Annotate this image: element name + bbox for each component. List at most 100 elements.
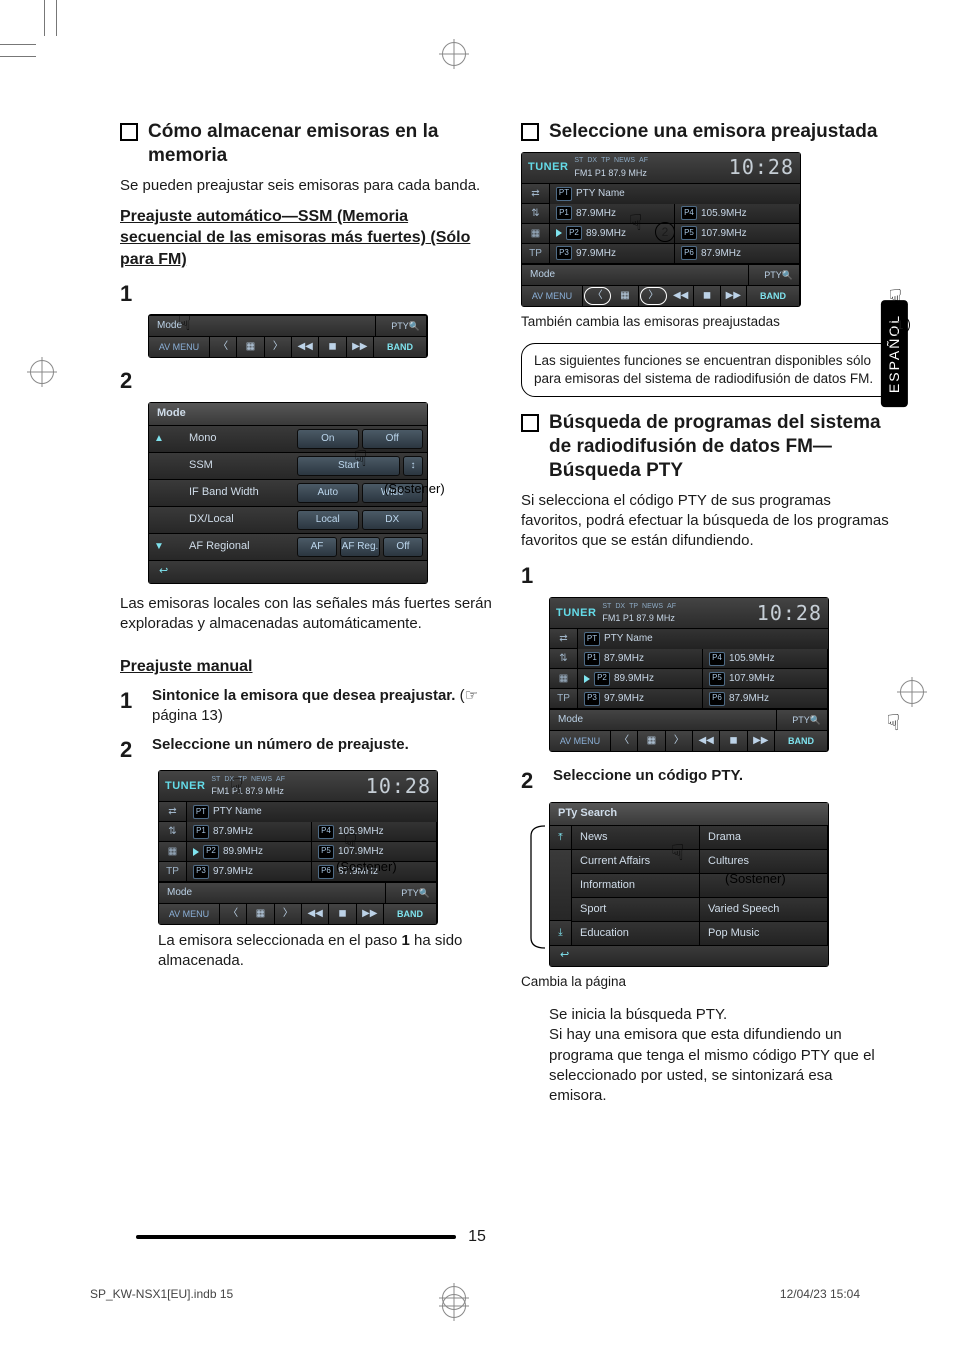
manual-step-1: 1 Sintonice la emisora que desea preajus… [120,686,493,727]
stored-caption: La emisora seleccionada en el paso 1 ha … [158,931,493,972]
stop-button[interactable]: ◼ [319,337,346,357]
next-button[interactable]: 〉 [275,904,302,924]
skip-fwd-button[interactable]: ▶▶ [721,286,747,306]
back-icon[interactable]: ↩ [550,946,828,966]
side-button[interactable]: ⇄ [522,184,550,204]
scroll-down-icon[interactable]: ▼ [149,540,169,554]
side-button[interactable]: ⇅ [550,649,578,669]
preset-cell-1[interactable]: P187.9MHz [578,649,703,669]
preset-cell-5[interactable]: P5107.9MHz [703,669,828,689]
prev-button[interactable]: 〈 [220,904,247,924]
skip-back-button[interactable]: ◀◀ [292,337,319,357]
pty-button[interactable]: PTY🔍 [376,316,427,336]
pty-item-education[interactable]: Education [572,922,700,946]
option-local[interactable]: Local [297,510,359,530]
page-down-icon[interactable]: ⤓ [550,921,572,945]
band-button[interactable]: BAND [374,337,427,357]
preset-cell-3[interactable]: P397.9MHz [578,689,703,709]
mode-button[interactable]: Mode [522,265,749,285]
preset-cell-2[interactable]: P289.9MHz [578,669,703,689]
pty-item-pop-music[interactable]: Pop Music [700,922,828,946]
pty-button[interactable]: PTY🔍 [749,265,800,285]
option-start[interactable]: Start [297,456,400,476]
band-button[interactable]: BAND [747,286,800,306]
preset-cell-6[interactable]: P687.9MHz [703,689,828,709]
list-button[interactable]: ▦ [638,731,665,751]
tp-button[interactable]: TP [159,862,187,882]
mode-button[interactable]: Mode [159,883,386,903]
tp-button[interactable]: TP [550,689,578,709]
av-menu-button[interactable]: AV MENU [550,731,611,751]
skip-back-button[interactable]: ◀◀ [302,904,329,924]
preset-cell-2[interactable]: P289.9MHz [187,842,312,862]
tuner-clock: 10:28 [366,773,431,800]
pty-button[interactable]: PTY🔍 [386,883,437,903]
back-icon[interactable]: ↩ [149,561,427,583]
side-button[interactable]: ⇄ [550,629,578,649]
pty-step-1: 1 [521,561,894,591]
preset-cell-4[interactable]: P4105.9MHz [703,649,828,669]
option-on[interactable]: On [297,429,359,449]
tp-button[interactable]: TP [522,244,550,264]
side-button[interactable]: ▦ [159,842,187,862]
mode-button[interactable]: Mode [550,710,777,730]
pty-badge-icon: PT [193,805,209,819]
pty-item-information[interactable]: Information [572,874,700,898]
tuner-label: TUNER [556,606,596,621]
preset-cell-4[interactable]: P4105.9MHz [675,204,800,224]
side-button[interactable]: ⇅ [159,822,187,842]
stop-button[interactable]: ◼ [694,286,720,306]
option-af[interactable]: AF [297,537,337,557]
band-button[interactable]: BAND [775,731,828,751]
next-button[interactable]: 〉 [666,731,693,751]
stop-button[interactable]: ◼ [329,904,356,924]
list-button[interactable]: ▦ [237,337,264,357]
option-afreg[interactable]: AF Reg. [340,537,380,557]
option-off[interactable]: Off [362,429,424,449]
page-up-icon[interactable]: ⤒ [550,826,572,850]
skip-back-button[interactable]: ◀◀ [693,731,720,751]
preset-cell-3[interactable]: P397.9MHz [550,244,675,264]
heading-select-preset: Seleccione una emisora preajustada [521,120,894,144]
list-button[interactable]: ▦ [247,904,274,924]
av-menu-button[interactable]: AV MENU [522,286,583,306]
scroll-up-icon[interactable]: ▲ [149,432,169,446]
skip-fwd-button[interactable]: ▶▶ [357,904,384,924]
next-track-button[interactable]: 〉 [265,337,292,357]
page-change-caption: Cambia la página [521,973,894,991]
stop-button[interactable]: ◼ [720,731,747,751]
next-button-highlighted[interactable]: 〉 [640,287,667,305]
pty-item-drama[interactable]: Drama [700,826,828,850]
side-button[interactable]: ⇄ [159,802,187,822]
preset-cell-5[interactable]: P5107.9MHz [675,224,800,244]
side-button[interactable]: ▦ [522,224,550,244]
side-button[interactable]: ▦ [550,669,578,689]
preset-cell-4[interactable]: P4105.9MHz [312,822,437,842]
list-button[interactable]: ▦ [612,286,638,306]
option-auto[interactable]: Auto [297,483,359,503]
preset-cell-1[interactable]: P187.9MHz [187,822,312,842]
updown-icon[interactable]: ↕ [403,456,423,476]
pty-item-sport[interactable]: Sport [572,898,700,922]
preset-cell-6[interactable]: P687.9MHz [675,244,800,264]
preset-cell-3[interactable]: P397.9MHz [187,862,312,882]
band-button[interactable]: BAND [384,904,437,924]
av-menu-button[interactable]: AV MENU [149,337,210,357]
skip-fwd-button[interactable]: ▶▶ [347,337,374,357]
registration-mark-bottom [442,1286,466,1310]
prev-track-button[interactable]: 〈 [210,337,237,357]
step-number: 2 [120,366,144,396]
pty-button[interactable]: PTY🔍 [777,710,828,730]
skip-back-button[interactable]: ◀◀ [668,286,694,306]
play-icon [193,848,199,856]
option-off[interactable]: Off [383,537,423,557]
prev-button[interactable]: 〈 [611,731,638,751]
prev-button-highlighted[interactable]: 〈 [584,287,611,305]
mode-menu-title: Mode [149,403,427,426]
skip-fwd-button[interactable]: ▶▶ [748,731,775,751]
side-button[interactable]: ⇅ [522,204,550,224]
option-dx[interactable]: DX [362,510,424,530]
pty-item-varied-speech[interactable]: Varied Speech [700,898,828,922]
preset-cell-1[interactable]: P187.9MHz [550,204,675,224]
av-menu-button[interactable]: AV MENU [159,904,220,924]
